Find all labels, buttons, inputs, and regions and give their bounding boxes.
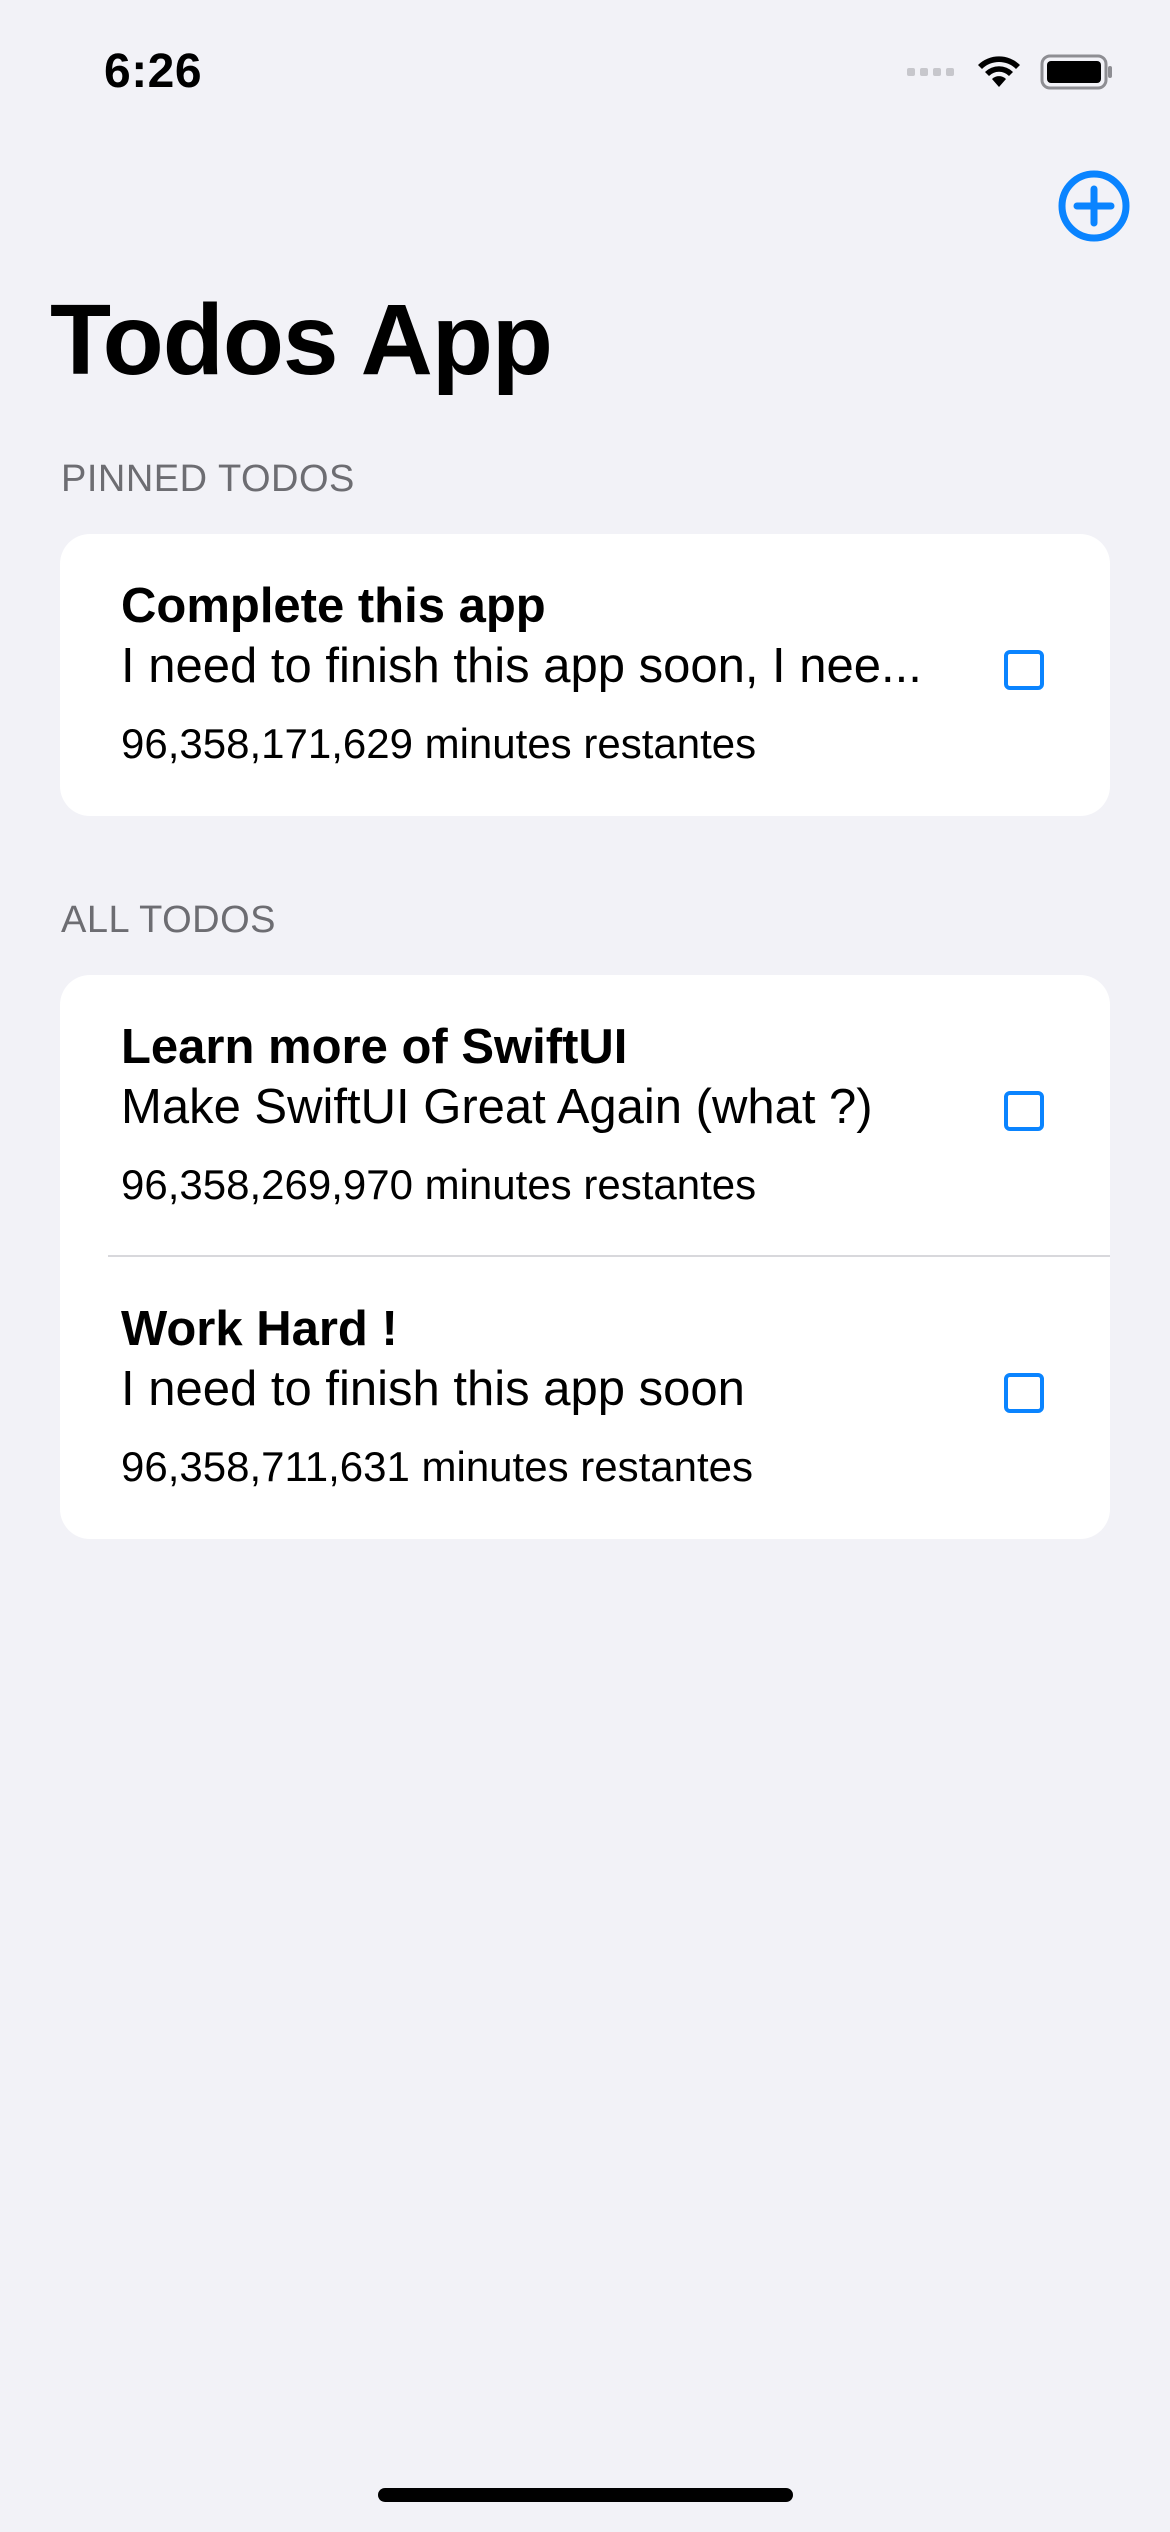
todo-row[interactable]: Work Hard ! I need to finish this app so… bbox=[60, 1257, 1110, 1539]
home-indicator bbox=[378, 2488, 793, 2502]
status-time: 6:26 bbox=[104, 45, 203, 98]
section-header-pinned: PINNED TODOS bbox=[61, 458, 355, 500]
todo-title: Complete this app bbox=[121, 579, 546, 633]
todo-row[interactable]: Complete this app I need to finish this … bbox=[60, 534, 1110, 816]
todo-title: Work Hard ! bbox=[121, 1302, 398, 1356]
pinned-todos-card: Complete this app I need to finish this … bbox=[60, 534, 1110, 816]
cellular-signal-icon bbox=[907, 68, 954, 76]
todo-description: I need to finish this app soon bbox=[121, 1362, 745, 1416]
todo-checkbox[interactable] bbox=[1004, 1091, 1044, 1131]
nav-bar bbox=[0, 140, 1170, 280]
todo-row[interactable]: Learn more of SwiftUI Make SwiftUI Great… bbox=[60, 975, 1110, 1257]
todo-checkbox[interactable] bbox=[1004, 1373, 1044, 1413]
todo-title: Learn more of SwiftUI bbox=[121, 1020, 628, 1074]
page-title: Todos App bbox=[50, 284, 553, 396]
wifi-icon bbox=[978, 56, 1020, 87]
add-todo-button[interactable] bbox=[1058, 170, 1130, 242]
status-bar: 6:26 bbox=[0, 0, 1170, 140]
section-header-all: ALL TODOS bbox=[61, 899, 277, 941]
todo-checkbox[interactable] bbox=[1004, 650, 1044, 690]
todo-time-remaining: 96,358,171,629 minutes restantes bbox=[121, 720, 757, 767]
todo-description: I need to finish this app soon, I nee... bbox=[121, 639, 922, 693]
status-icons bbox=[907, 54, 1114, 90]
all-todos-card: Learn more of SwiftUI Make SwiftUI Great… bbox=[60, 975, 1110, 1539]
todo-time-remaining: 96,358,269,970 minutes restantes bbox=[121, 1161, 757, 1208]
todo-time-remaining: 96,358,711,631 minutes restantes bbox=[121, 1443, 753, 1490]
todo-description: Make SwiftUI Great Again (what ?) bbox=[121, 1080, 873, 1134]
battery-icon bbox=[1040, 54, 1112, 90]
